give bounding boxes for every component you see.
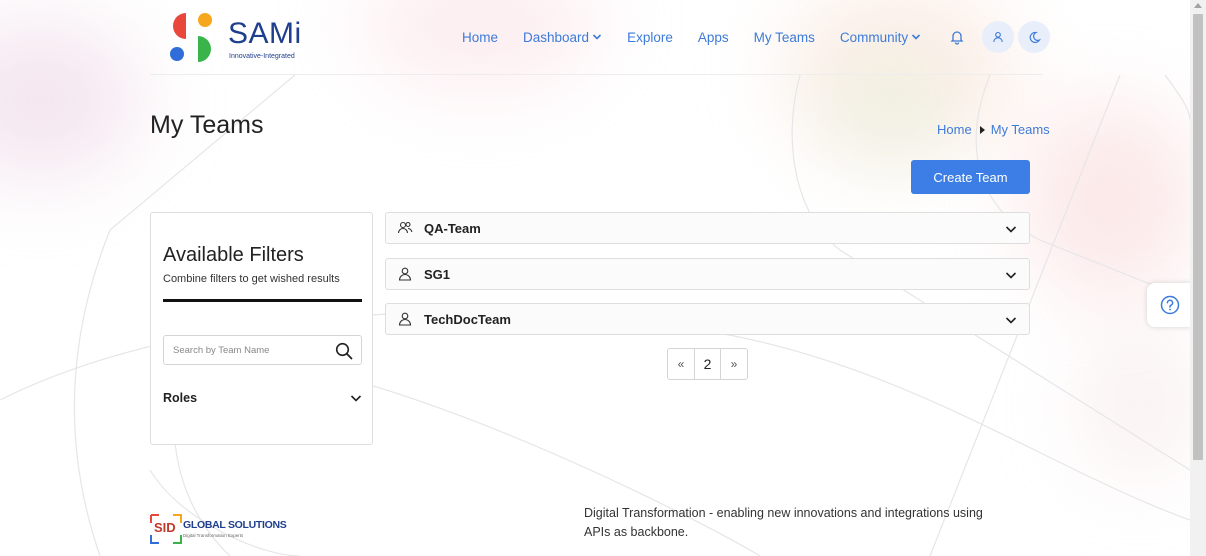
pagination-page[interactable]: 2 <box>694 349 721 379</box>
team-name: QA-Team <box>424 220 481 236</box>
nav-dashboard[interactable]: Dashboard <box>523 30 602 45</box>
team-item-qa-team[interactable]: QA-Team <box>385 212 1030 244</box>
user-icon <box>993 31 1003 43</box>
scroll-up-arrow-icon[interactable] <box>1194 3 1202 8</box>
footer-tagline: Digital Transformation - enabling new in… <box>584 506 983 539</box>
create-team-button[interactable]: Create Team <box>911 160 1030 194</box>
sid-logo-text: SID <box>154 520 176 535</box>
page-scrollbar[interactable] <box>1190 0 1206 556</box>
filters-subtitle: Combine filters to get wished results <box>163 273 340 285</box>
team-search-input[interactable] <box>164 337 324 363</box>
breadcrumb-my-teams[interactable]: My Teams <box>991 122 1050 137</box>
main-nav: Home Dashboard Explore Apps My Teams Com… <box>462 21 1051 53</box>
user-icon <box>398 267 412 281</box>
global-solutions-text: GLOBAL SOLUTIONS <box>183 519 287 531</box>
nav-explore[interactable]: Explore <box>627 30 673 45</box>
user-icon <box>398 312 412 326</box>
chevron-down-icon <box>1005 317 1017 324</box>
chevron-down-icon <box>350 395 362 402</box>
page-title: My Teams <box>150 111 264 139</box>
filters-panel: Available Filters Combine filters to get… <box>150 212 373 445</box>
pagination: « 2 » <box>667 348 748 380</box>
breadcrumb: Home My Teams <box>937 122 1050 137</box>
filters-title: Available Filters <box>163 244 304 266</box>
chevron-down-icon <box>592 34 602 40</box>
team-item-sg1[interactable]: SG1 <box>385 258 1030 290</box>
chevron-down-icon <box>1005 226 1017 233</box>
chevron-down-icon <box>1005 272 1017 279</box>
profile-button[interactable] <box>982 21 1015 53</box>
logo-text: SAMi <box>228 17 302 50</box>
bell-icon <box>950 31 964 45</box>
roles-label: Roles <box>163 391 198 405</box>
team-item-techdocteam[interactable]: TechDocTeam <box>385 303 1030 335</box>
users-icon <box>397 221 413 234</box>
filters-divider <box>163 299 362 302</box>
nav-home-label: Home <box>462 29 499 45</box>
scrollbar-thumb[interactable] <box>1193 14 1203 460</box>
pagination-prev[interactable]: « <box>668 349 694 379</box>
sami-logo-mark <box>170 13 212 62</box>
team-search-box <box>163 335 362 365</box>
caret-right-icon <box>979 125 985 134</box>
nav-my-teams[interactable]: My Teams <box>754 30 815 45</box>
chevron-down-icon <box>912 34 921 40</box>
team-name: TechDocTeam <box>424 311 511 327</box>
dark-mode-toggle[interactable] <box>1018 21 1051 53</box>
nav-community[interactable]: Community <box>840 30 921 45</box>
roles-filter-toggle[interactable]: Roles <box>163 388 362 408</box>
logo-subtext: Innovative-Integrated <box>229 53 295 60</box>
nav-explore-label: Explore <box>627 29 673 45</box>
sid-global-solutions-logo[interactable]: SID GLOBAL SOLUTIONS Digital Transformat… <box>149 513 287 545</box>
sami-logo[interactable]: SAMi Innovative-Integrated <box>168 11 308 65</box>
notifications-button[interactable] <box>941 21 973 53</box>
nav-my-teams-label: My Teams <box>753 29 815 45</box>
top-header: SAMi Innovative-Integrated Home Dashboar… <box>150 0 1051 75</box>
search-icon[interactable] <box>335 342 353 360</box>
nav-community-label: Community <box>839 29 909 45</box>
nav-dashboard-label: Dashboard <box>523 29 590 45</box>
brand-tagline-text: Digital Transformation Experts <box>183 533 244 538</box>
nav-apps-label: Apps <box>697 29 729 45</box>
pagination-next[interactable]: » <box>721 349 747 379</box>
breadcrumb-home[interactable]: Home <box>937 122 972 137</box>
moon-icon <box>1029 31 1041 43</box>
team-name: SG1 <box>424 266 451 282</box>
help-button[interactable] <box>1147 283 1192 327</box>
question-circle-icon <box>1160 295 1179 315</box>
nav-home[interactable]: Home <box>462 30 498 45</box>
nav-apps[interactable]: Apps <box>698 30 729 45</box>
